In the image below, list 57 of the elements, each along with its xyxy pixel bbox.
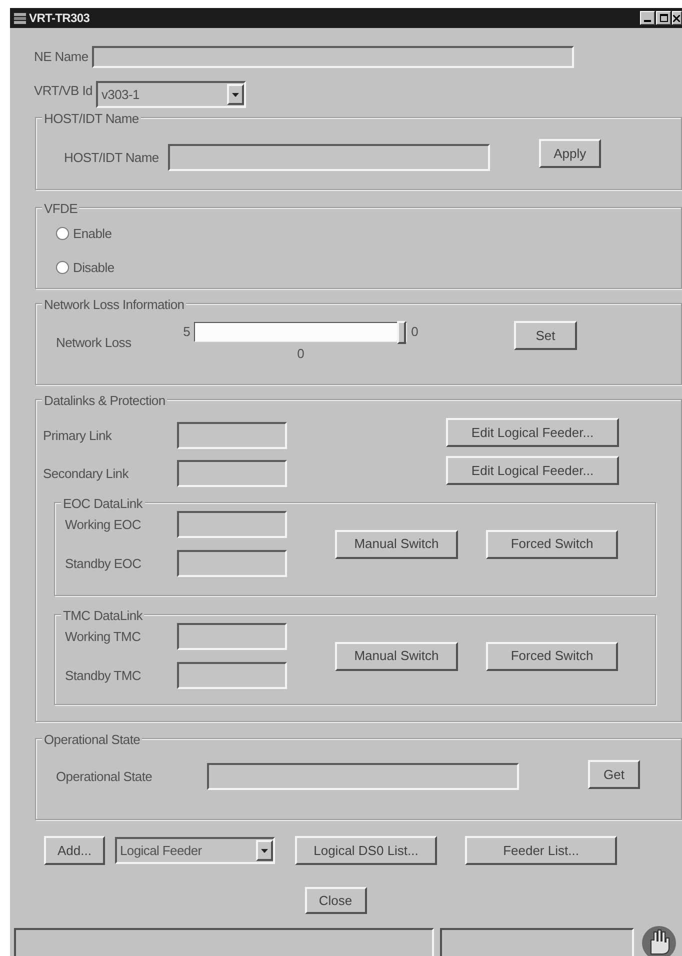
host-name-field[interactable] [168,144,490,171]
combo-value: Logical Feeder [120,842,202,860]
ds0-list-button[interactable]: Logical DS0 List... [295,836,437,865]
field-label: Operational State [56,768,154,786]
maximize-button[interactable] [656,11,671,25]
switch-button[interactable]: Forced Switch [486,642,618,670]
field-label: Working EOC [65,516,142,534]
field-label: Standby EOC [65,554,142,573]
radio-button[interactable] [56,260,69,274]
close-icon [673,14,680,22]
field-label: Primary Link [43,426,113,445]
field-label: VRT/VB Id [34,82,92,100]
caret-icon [261,848,268,852]
dropdown-button[interactable] [256,840,273,861]
slider-min-label: 5 [183,323,190,342]
caret-icon [232,92,240,96]
datalink-field[interactable] [177,623,287,650]
datalink-field[interactable] [177,662,287,689]
close-button[interactable] [672,11,682,25]
datalink-field[interactable] [177,550,287,577]
type-select[interactable]: Logical Feeder [115,837,275,864]
radio-label: Disable [73,258,114,276]
maximize-icon [660,14,668,22]
hand-icon [640,924,678,956]
field-label: Secondary Link [43,464,130,483]
close-dialog-button[interactable]: Close [304,887,366,914]
app-icon [13,12,27,24]
window-title: VRT-TR303 [29,10,90,27]
add-button[interactable]: Add... [44,836,105,865]
set-button[interactable]: Set [514,321,578,350]
link-field[interactable] [177,460,287,487]
slider-max-label: 0 [411,323,418,342]
link-field[interactable] [177,422,287,449]
slider-reading: 0 [297,345,304,363]
feeder-list-button[interactable]: Feeder List... [465,836,617,865]
apply-button[interactable]: Apply [538,139,601,168]
field-label: Working TMC [65,628,142,646]
datalink-field[interactable] [177,511,287,538]
field-label: Network Loss [56,334,132,352]
combo-value: v303-1 [101,86,140,104]
edit-feeder-button[interactable]: Edit Logical Feeder... [446,418,619,447]
id-select[interactable]: v303-1 [96,81,246,108]
field-label: Standby TMC [65,666,142,685]
state-field[interactable] [207,763,519,790]
radio-label: Enable [73,225,112,243]
dropdown-button[interactable] [227,84,244,105]
radio-button[interactable] [56,227,69,240]
edit-feeder-button[interactable]: Edit Logical Feeder... [446,456,619,485]
field-label: HOST/IDT Name [64,148,159,167]
ne-name-field[interactable] [92,46,574,68]
get-button[interactable]: Get [588,760,640,789]
switch-button[interactable]: Manual Switch [335,642,458,670]
slider-thumb[interactable] [397,321,406,344]
field-label: NE Name [34,48,88,66]
switch-button[interactable]: Forced Switch [486,530,618,558]
minimize-button[interactable] [640,11,655,25]
switch-button[interactable]: Manual Switch [335,530,458,558]
